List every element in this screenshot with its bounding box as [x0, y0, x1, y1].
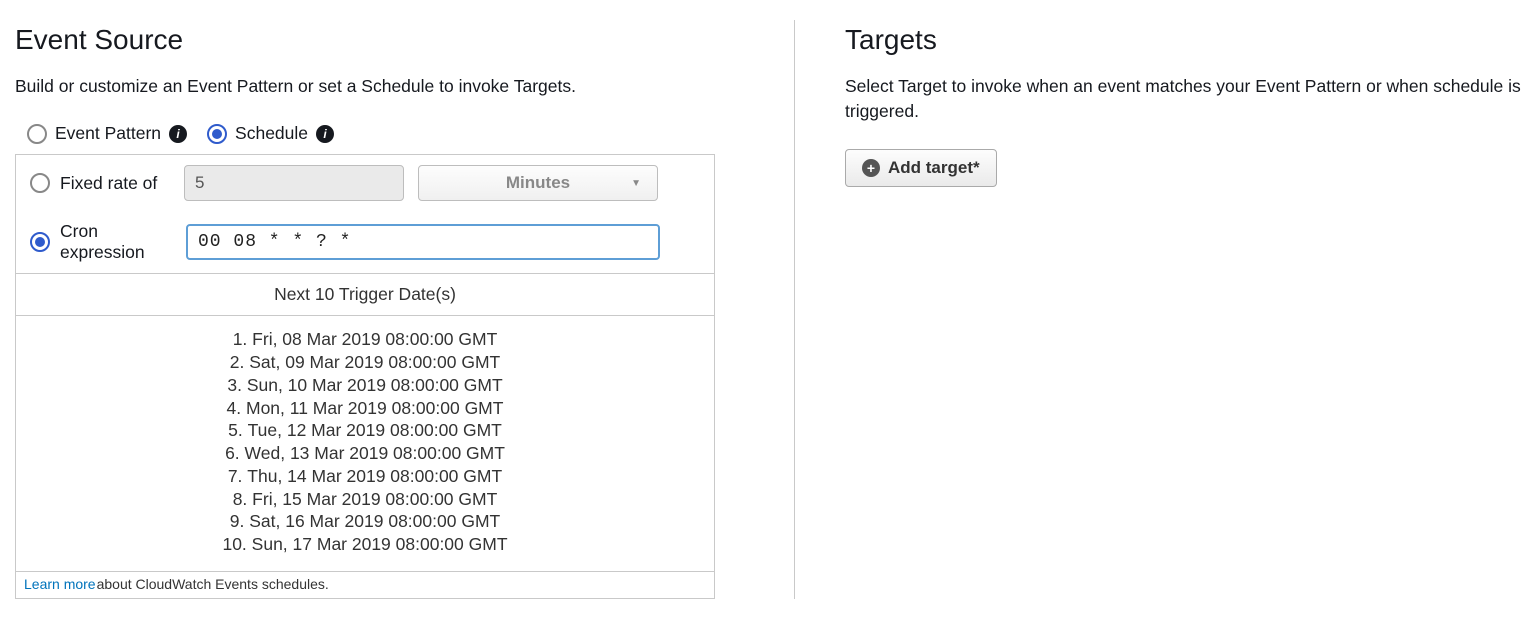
- learn-more-text: about CloudWatch Events schedules.: [97, 576, 329, 592]
- schedule-label: Schedule: [235, 123, 308, 144]
- trigger-date-item: Tue, 12 Mar 2019 08:00:00 GMT: [16, 419, 714, 442]
- trigger-dates-list: Fri, 08 Mar 2019 08:00:00 GMTSat, 09 Mar…: [16, 315, 714, 571]
- trigger-date-item: Fri, 08 Mar 2019 08:00:00 GMT: [16, 328, 714, 351]
- trigger-date-item: Sat, 16 Mar 2019 08:00:00 GMT: [16, 510, 714, 533]
- radio-icon: [30, 232, 50, 252]
- trigger-dates-header: Next 10 Trigger Date(s): [16, 273, 714, 315]
- radio-icon: [27, 124, 47, 144]
- fixed-rate-option[interactable]: Fixed rate of: [30, 173, 170, 194]
- radio-icon: [30, 173, 50, 193]
- learn-more-link[interactable]: Learn more: [24, 576, 96, 592]
- targets-title: Targets: [845, 24, 1521, 56]
- trigger-date-item: Thu, 14 Mar 2019 08:00:00 GMT: [16, 465, 714, 488]
- event-pattern-label: Event Pattern: [55, 123, 161, 144]
- event-source-description: Build or customize an Event Pattern or s…: [15, 74, 774, 99]
- add-target-label: Add target*: [888, 158, 980, 178]
- cron-option[interactable]: Cron expression: [30, 221, 172, 263]
- radio-icon: [207, 124, 227, 144]
- add-target-button[interactable]: + Add target*: [845, 149, 997, 187]
- trigger-date-item: Sun, 10 Mar 2019 08:00:00 GMT: [16, 374, 714, 397]
- info-icon[interactable]: i: [316, 125, 334, 143]
- trigger-date-item: Mon, 11 Mar 2019 08:00:00 GMT: [16, 397, 714, 420]
- trigger-date-item: Sun, 17 Mar 2019 08:00:00 GMT: [16, 533, 714, 556]
- targets-description: Select Target to invoke when an event ma…: [845, 74, 1521, 125]
- fixed-rate-input: [184, 165, 404, 201]
- event-source-panel: Event Source Build or customize an Event…: [15, 20, 795, 599]
- trigger-date-item: Wed, 13 Mar 2019 08:00:00 GMT: [16, 442, 714, 465]
- event-source-title: Event Source: [15, 24, 774, 56]
- targets-panel: Targets Select Target to invoke when an …: [795, 20, 1521, 599]
- trigger-date-item: Fri, 15 Mar 2019 08:00:00 GMT: [16, 488, 714, 511]
- schedule-box: Fixed rate of Minutes ▼ Cron expression …: [15, 154, 715, 599]
- trigger-date-item: Sat, 09 Mar 2019 08:00:00 GMT: [16, 351, 714, 374]
- event-pattern-option[interactable]: Event Pattern i: [27, 123, 187, 144]
- fixed-rate-unit-select: Minutes ▼: [418, 165, 658, 201]
- schedule-option[interactable]: Schedule i: [207, 123, 334, 144]
- plus-icon: +: [862, 159, 880, 177]
- schedule-footer: Learn moreabout CloudWatch Events schedu…: [16, 571, 714, 598]
- cron-label: Cron expression: [60, 221, 172, 263]
- cron-input[interactable]: [186, 224, 660, 260]
- fixed-rate-label: Fixed rate of: [60, 173, 157, 194]
- fixed-rate-unit-label: Minutes: [506, 173, 570, 193]
- chevron-down-icon: ▼: [631, 178, 641, 189]
- info-icon[interactable]: i: [169, 125, 187, 143]
